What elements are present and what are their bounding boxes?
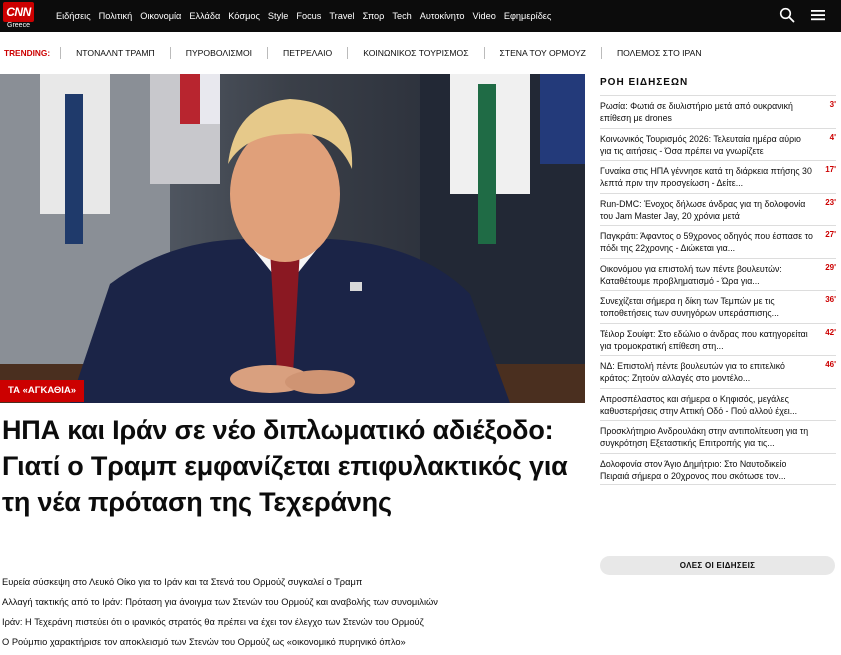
nav-item-focus[interactable]: Focus (296, 11, 321, 21)
nav-item-economy[interactable]: Οικονομία (140, 11, 181, 21)
feed-item-time: 23' (825, 197, 836, 207)
feed-item-text: Παγκράτι: Άφαντος ο 59χρονος οδηγός που … (600, 231, 813, 253)
main-nav: Ειδήσεις Πολιτική Οικονομία Ελλάδα Κόσμο… (56, 0, 551, 32)
feed-item[interactable]: Κοινωνικός Τουρισμός 2026: Τελευταία ημέ… (600, 127, 836, 161)
related-link[interactable]: Αλλαγή τακτικής από το Ιράν: Πρόταση για… (2, 596, 582, 616)
feed-item-time: 36' (825, 295, 836, 304)
news-feed: ΡΟΗ ΕΙΔΗΣΕΩΝ Ρωσία: Φωτιά σε διυλιστήριο… (600, 74, 836, 485)
trending-item[interactable]: ΠΕΤΡΕΛΑΙΟ (267, 47, 347, 59)
news-feed-title: ΡΟΗ ΕΙΔΗΣΕΩΝ (600, 77, 689, 88)
feed-item[interactable]: Γυναίκα στις ΗΠΑ γέννησε κατά τη διάρκει… (600, 160, 836, 193)
trending-bar: TRENDING: ΝΤΟΝΑΛΝΤ ΤΡΑΜΠ ΠΥΡΟΒΟΛΙΣΜΟΙ ΠΕ… (0, 32, 841, 74)
nav-item-politics[interactable]: Πολιτική (99, 11, 133, 21)
feed-item[interactable]: Απροσπέλαστος και σήμερα ο Κηφισός, μεγά… (600, 387, 836, 421)
hamburger-menu-icon[interactable] (810, 7, 826, 23)
nav-item-news[interactable]: Ειδήσεις (56, 11, 91, 21)
feed-item-time: 46' (825, 360, 836, 369)
trending-item[interactable]: ΠΟΛΕΜΟΣ ΣΤΟ ΙΡΑΝ (600, 47, 717, 59)
feed-item-time: 27' (825, 230, 836, 239)
feed-item-time: 17' (825, 165, 836, 174)
main-headline[interactable]: ΗΠΑ και Ιράν σε νέο διπλωματικό αδιέξοδο… (2, 412, 582, 520)
nav-item-auto[interactable]: Αυτοκίνητο (420, 11, 465, 21)
trending-item[interactable]: ΚΟΙΝΩΝΙΚΟΣ ΤΟΥΡΙΣΜΟΣ (347, 47, 483, 59)
nav-item-greece[interactable]: Ελλάδα (189, 11, 220, 21)
top-navigation-bar: CNN Greece Ειδήσεις Πολιτική Οικονομία Ε… (0, 0, 841, 32)
trending-item[interactable]: ΝΤΟΝΑΛΝΤ ΤΡΑΜΠ (60, 47, 170, 59)
feed-item[interactable]: Παγκράτι: Άφαντος ο 59χρονος οδηγός που … (600, 225, 836, 258)
related-link[interactable]: Ιράν: Η Τεχεράνη πιστεύει ότι ο ιρανικός… (2, 616, 582, 636)
related-link[interactable]: Ο Ρούμπιο χαρακτήρισε τον αποκλεισμό των… (2, 636, 582, 655)
trending-item[interactable]: ΣΤΕΝΑ ΤΟΥ ΟΡΜΟΥΖ (483, 47, 601, 59)
feed-item-text: ΝΔ: Επιστολή πέντε βουλευτών για το επιτ… (600, 361, 785, 383)
all-news-button[interactable]: ΟΛΕΣ ΟΙ ΕΙΔΗΣΕΙΣ (600, 556, 835, 575)
nav-item-sports[interactable]: Σπορ (363, 11, 385, 21)
logo-subtitle: Greece (7, 22, 30, 29)
feed-item-text: Δολοφονία στον Άγιο Δημήτριο: Στο Ναυτοδ… (600, 458, 787, 481)
nav-item-style[interactable]: Style (268, 11, 288, 21)
nav-item-tech[interactable]: Tech (392, 11, 411, 21)
search-icon[interactable] (779, 7, 795, 23)
related-links: Ευρεία σύσκεψη στο Λευκό Οίκο για το Ιρά… (2, 576, 582, 655)
feed-item-text: Συνεχίζεται σήμερα η δίκη των Τεμπών με … (600, 296, 779, 318)
feed-item-text: Τέιλορ Σουίφτ: Στο εδώλιο ο άνδρας που κ… (600, 328, 808, 351)
feed-item[interactable]: ΝΔ: Επιστολή πέντε βουλευτών για το επιτ… (600, 355, 836, 388)
feed-item[interactable]: Ρωσία: Φωτιά σε διυλιστήριο μετά από ουκ… (600, 95, 836, 128)
feed-item[interactable]: Προσκλήτηριο Ανδρουλάκη στην αντιπολίτευ… (600, 420, 836, 453)
feed-item[interactable]: Οικονόμου για επιστολή των πέντε βουλευτ… (600, 257, 836, 291)
feed-item-text: Οικονόμου για επιστολή των πέντε βουλευτ… (600, 263, 782, 286)
feed-item-text: Προσκλήτηριο Ανδρουλάκη στην αντιπολίτευ… (600, 426, 809, 448)
related-link[interactable]: Ευρεία σύσκεψη στο Λευκό Οίκο για το Ιρά… (2, 576, 582, 596)
feed-item[interactable]: Δολοφονία στον Άγιο Δημήτριο: Στο Ναυτοδ… (600, 452, 836, 485)
feed-item-text: Ρωσία: Φωτιά σε διυλιστήριο μετά από ουκ… (600, 101, 793, 123)
trending-item[interactable]: ΠΥΡΟΒΟΛΙΣΜΟΙ (169, 47, 267, 59)
nav-item-world[interactable]: Κόσμος (228, 11, 260, 21)
logo-mark: CNN (3, 2, 34, 22)
hero-image[interactable] (0, 74, 585, 403)
feed-item[interactable]: Συνεχίζεται σήμερα η δίκη των Τεμπών με … (600, 290, 836, 323)
feed-item-text: Run-DMC: Ένοχος δήλωσε άνδρας για τη δολ… (600, 198, 806, 221)
feed-item-text: Κοινωνικός Τουρισμός 2026: Τελευταία ημέ… (600, 133, 801, 156)
feed-item-time: 29' (825, 262, 836, 272)
feed-item-text: Απροσπέλαστος και σήμερα ο Κηφισός, μεγά… (600, 393, 798, 416)
feed-item[interactable]: Run-DMC: Ένοχος δήλωσε άνδρας για τη δολ… (600, 192, 836, 226)
feed-item-text: Γυναίκα στις ΗΠΑ γέννησε κατά τη διάρκει… (600, 166, 812, 188)
feed-item-time: 42' (825, 327, 836, 337)
feed-item-time: 4' (829, 132, 836, 142)
feed-item-time: 3' (829, 100, 836, 109)
nav-item-newspapers[interactable]: Εφημερίδες (504, 11, 552, 21)
hero-category-badge[interactable]: ΤΑ «ΑΓΚΑΘΙΑ» (0, 380, 85, 402)
trending-label: TRENDING: (4, 48, 51, 58)
nav-item-video[interactable]: Video (473, 11, 496, 21)
cnn-greece-logo[interactable]: CNN Greece (3, 2, 34, 30)
nav-item-travel[interactable]: Travel (329, 11, 354, 21)
feed-item[interactable]: Τέιλορ Σουίφτ: Στο εδώλιο ο άνδρας που κ… (600, 322, 836, 356)
